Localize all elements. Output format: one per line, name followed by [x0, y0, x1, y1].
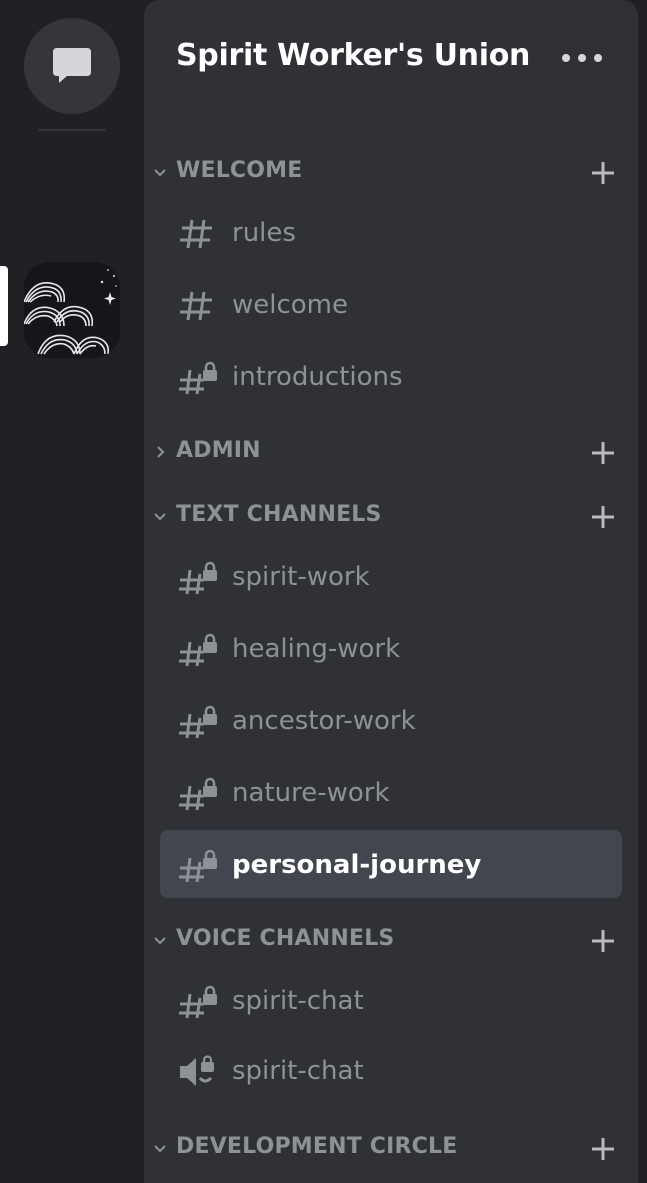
channel-label: spirit-chat: [232, 1056, 364, 1086]
chat-bubble-icon: [53, 48, 91, 83]
dot-icon: [578, 54, 586, 62]
category-label: WELCOME: [176, 158, 303, 183]
channel-ancestor-work[interactable]: ancestor-work: [160, 688, 622, 756]
chevron-down-icon: [154, 169, 166, 177]
add-channel-icon[interactable]: [590, 160, 616, 186]
category-welcome[interactable]: WELCOME: [144, 152, 638, 192]
server-icon-spirit-workers-union[interactable]: [24, 262, 120, 358]
channel-nature-work[interactable]: nature-work: [160, 760, 622, 828]
channel-label: spirit-chat: [232, 986, 364, 1016]
category-admin[interactable]: ADMIN: [144, 432, 638, 472]
channel-label: spirit-work: [232, 562, 370, 592]
add-channel-icon[interactable]: [590, 504, 616, 530]
chevron-down-icon: [154, 513, 166, 521]
dot-icon: [562, 54, 570, 62]
channel-label: ancestor-work: [232, 706, 416, 736]
direct-messages-button[interactable]: [24, 18, 120, 114]
chevron-right-icon: [157, 446, 165, 458]
hash-lock-icon: [179, 633, 217, 667]
channel-label: welcome: [232, 290, 349, 320]
category-label: VOICE CHANNELS: [176, 926, 395, 951]
channel-welcome[interactable]: welcome: [160, 272, 622, 340]
channel-label: healing-work: [232, 634, 401, 664]
channel-introductions[interactable]: introductions: [160, 344, 622, 412]
channel-spirit-chat-voice[interactable]: spirit-chat: [160, 1038, 622, 1106]
server-header[interactable]: Spirit Worker's Union: [144, 0, 638, 120]
add-channel-icon[interactable]: [590, 928, 616, 954]
selected-server-indicator: [0, 266, 8, 346]
channel-label: personal-journey: [232, 850, 482, 880]
category-text-channels[interactable]: TEXT CHANNELS: [144, 496, 638, 536]
wave-art-server-icon: [24, 262, 120, 358]
channel-label: nature-work: [232, 778, 390, 808]
channel-healing-work[interactable]: healing-work: [160, 616, 622, 684]
channel-label: rules: [232, 218, 296, 248]
hash-lock-icon: [179, 777, 217, 811]
hash-lock-icon: [179, 561, 217, 595]
channel-sidebar: Spirit Worker's Union WELCOME rules welc…: [144, 0, 638, 1183]
category-label: ADMIN: [176, 438, 261, 463]
server-rail: [0, 0, 144, 1183]
more-options-button[interactable]: [562, 46, 602, 70]
rail-divider: [38, 129, 106, 131]
category-voice-channels[interactable]: VOICE CHANNELS: [144, 920, 638, 960]
hash-lock-icon: [179, 849, 217, 883]
hash-icon: [180, 291, 212, 321]
channel-spirit-chat-text[interactable]: spirit-chat: [160, 968, 622, 1036]
speaker-lock-icon: [180, 1055, 214, 1086]
hash-icon: [180, 219, 212, 249]
channel-label: introductions: [232, 362, 403, 392]
chevron-down-icon: [154, 1145, 166, 1153]
chevron-down-icon: [154, 937, 166, 945]
channel-rules[interactable]: rules: [160, 200, 622, 268]
dot-icon: [594, 54, 602, 62]
hash-lock-icon: [179, 361, 217, 395]
channel-personal-journey[interactable]: personal-journey: [160, 830, 622, 898]
add-channel-icon[interactable]: [590, 1136, 616, 1162]
category-development-circle[interactable]: DEVELOPMENT CIRCLE: [144, 1128, 638, 1168]
channel-spirit-work[interactable]: spirit-work: [160, 544, 622, 612]
category-label: TEXT CHANNELS: [176, 502, 382, 527]
category-label: DEVELOPMENT CIRCLE: [176, 1134, 458, 1159]
hash-lock-icon: [179, 705, 217, 739]
hash-lock-icon: [179, 985, 217, 1019]
server-name: Spirit Worker's Union: [176, 38, 531, 73]
add-channel-icon[interactable]: [590, 440, 616, 466]
